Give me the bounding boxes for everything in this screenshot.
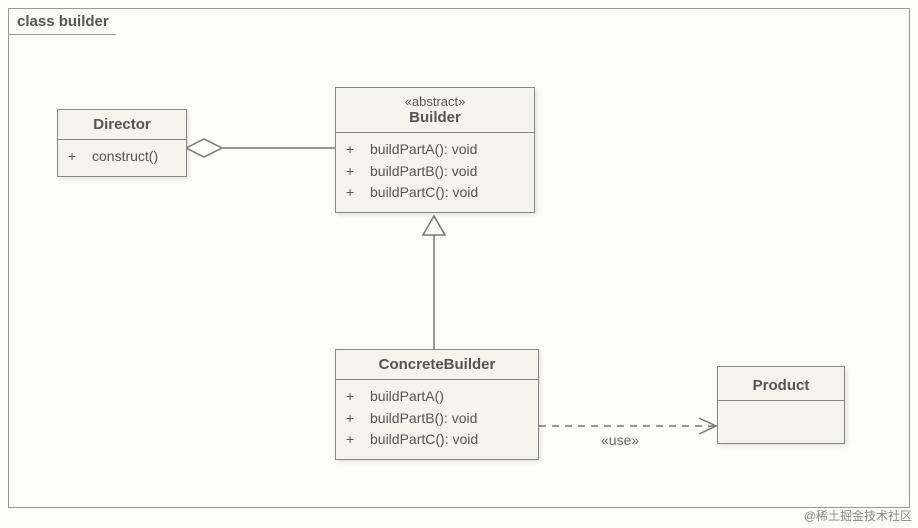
frame-title: class builder: [8, 8, 128, 35]
method-sig: construct(): [92, 146, 158, 168]
visibility: +: [346, 139, 358, 161]
class-product-body: [718, 400, 844, 438]
watermark: @稀土掘金技术社区: [804, 507, 912, 524]
visibility: +: [346, 182, 358, 204]
visibility: +: [346, 386, 358, 408]
class-director-title: Director: [58, 110, 186, 140]
visibility: +: [346, 161, 358, 183]
class-name: Product: [732, 377, 830, 394]
method-row: + buildPartB(): void: [346, 408, 528, 430]
class-builder-body: + buildPartA(): void + buildPartB(): voi…: [336, 133, 534, 212]
method-sig: buildPartB(): void: [370, 408, 477, 430]
method-row: + buildPartB(): void: [346, 161, 524, 183]
stereotype: «abstract»: [350, 94, 520, 109]
use-label: «use»: [601, 432, 639, 448]
visibility: +: [346, 408, 358, 430]
class-concrete-body: + buildPartA() + buildPartB(): void + bu…: [336, 380, 538, 459]
method-row: + buildPartC(): void: [346, 182, 524, 204]
class-name: Director: [72, 116, 172, 133]
method-row: + buildPartC(): void: [346, 429, 528, 451]
class-builder-title: «abstract» Builder: [336, 88, 534, 133]
visibility: +: [68, 146, 80, 168]
method-row: + construct(): [68, 146, 176, 168]
class-name: Builder: [350, 109, 520, 126]
class-concrete-title: ConcreteBuilder: [336, 350, 538, 380]
class-name: ConcreteBuilder: [350, 356, 524, 373]
method-row: + buildPartA(): [346, 386, 528, 408]
method-sig: buildPartC(): void: [370, 429, 478, 451]
method-sig: buildPartA(): void: [370, 139, 477, 161]
method-row: + buildPartA(): void: [346, 139, 524, 161]
method-sig: buildPartC(): void: [370, 182, 478, 204]
class-director-body: + construct(): [58, 140, 186, 176]
class-concrete-builder: ConcreteBuilder + buildPartA() + buildPa…: [335, 349, 539, 460]
class-builder: «abstract» Builder + buildPartA(): void …: [335, 87, 535, 213]
method-sig: buildPartA(): [370, 386, 444, 408]
diagram-frame: class builder Director + construct() «ab…: [8, 8, 910, 508]
class-product: Product: [717, 366, 845, 444]
visibility: +: [346, 429, 358, 451]
class-director: Director + construct(): [57, 109, 187, 177]
class-product-title: Product: [718, 367, 844, 400]
method-sig: buildPartB(): void: [370, 161, 477, 183]
